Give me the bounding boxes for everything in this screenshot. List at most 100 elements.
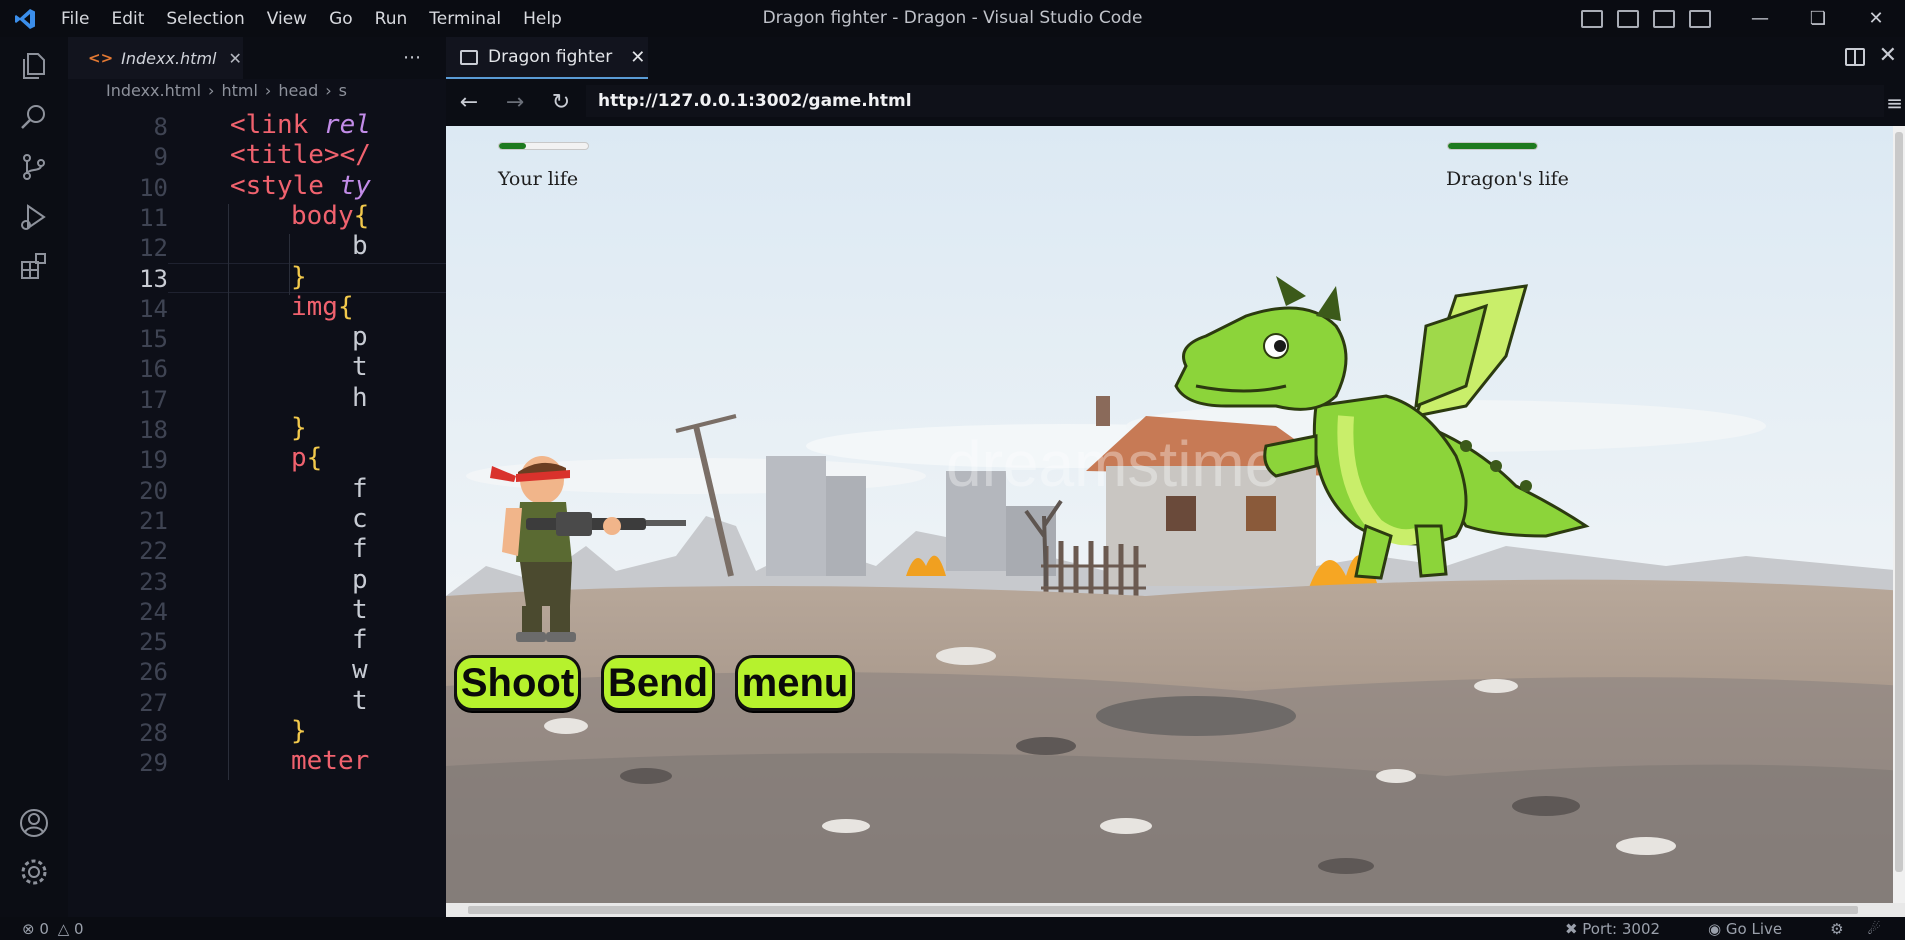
toggle-panel-icon[interactable] (1617, 9, 1639, 28)
watermark-text: dreamstime (946, 428, 1280, 500)
reload-icon[interactable]: ↻ (538, 90, 584, 115)
your-life-label: Your life (498, 168, 579, 190)
code-line: p (352, 564, 368, 595)
menu-terminal[interactable]: Terminal (418, 9, 512, 29)
line-number: 8 (153, 113, 168, 141)
line-number: 20 (139, 476, 168, 505)
menu-run[interactable]: Run (364, 9, 419, 29)
browser-page-icon (460, 49, 478, 65)
close-tab-icon[interactable]: ✕ (630, 47, 645, 68)
line-number: 27 (139, 688, 168, 717)
vscode-logo-icon (0, 0, 50, 37)
notifications-bell-icon[interactable]: ☄ (1868, 920, 1881, 938)
forward-arrow-icon[interactable]: → (492, 90, 538, 115)
restore-button[interactable]: ❏ (1789, 0, 1847, 37)
html-file-icon: <> (88, 49, 114, 67)
port-indicator[interactable]: ✖ Port: 3002 (1565, 920, 1684, 938)
line-number: 17 (139, 385, 168, 414)
your-life-meter (498, 142, 589, 150)
code-line: f (352, 534, 368, 565)
indent-guide (228, 203, 229, 780)
menu-file[interactable]: File (50, 9, 100, 29)
editor-tab-bar: <> Indexx.html ✕ ⋯ (68, 37, 446, 79)
problems-indicator[interactable]: ⊗ 0 △ 0 (22, 920, 84, 938)
warning-icon: △ (57, 920, 70, 938)
breadcrumb-head[interactable]: head (278, 81, 318, 100)
line-number: 12 (139, 234, 168, 263)
line-number: 14 (139, 294, 168, 323)
toggle-secondary-sidebar-icon[interactable] (1653, 9, 1675, 28)
go-live-button[interactable]: ◉ Go Live (1708, 920, 1806, 938)
run-debug-icon[interactable] (17, 200, 51, 234)
split-editor-icon[interactable] (1845, 48, 1865, 66)
url-input[interactable]: http://127.0.0.1:3002/game.html (586, 85, 1884, 117)
menu-view[interactable]: View (256, 9, 318, 29)
dragon-life-meter-fill (1448, 143, 1537, 149)
horizontal-scrollbar[interactable] (446, 903, 1905, 917)
settings-gear-icon[interactable] (17, 855, 51, 889)
breadcrumb: Indexx.html › html › head › s (106, 80, 348, 100)
more-actions-icon[interactable]: ⋯ (403, 47, 422, 68)
explorer-icon[interactable] (17, 49, 51, 83)
customize-layout-icon[interactable] (1689, 9, 1711, 28)
tab-indexx-html[interactable]: <> Indexx.html ✕ (68, 37, 243, 79)
close-tab-icon[interactable]: ✕ (228, 49, 241, 68)
account-icon[interactable] (17, 806, 51, 840)
status-bar: ⊗ 0 △ 0 ✖ Port: 3002 ◉ Go Live ⚙ ☄ (0, 917, 1905, 940)
code-line: } (291, 716, 307, 746)
extensions-icon[interactable] (17, 250, 51, 284)
search-icon[interactable] (17, 100, 51, 134)
activity-bar (0, 37, 68, 917)
error-count: 0 (39, 920, 49, 938)
close-pane-icon[interactable]: ✕ (1879, 43, 1897, 68)
line-number: 15 (139, 325, 168, 354)
browser-tab-bar: Dragon fighter ✕ ✕ (446, 37, 1905, 79)
line-number: 24 (139, 597, 168, 626)
line-number: 18 (139, 416, 168, 444)
code-line: t (352, 594, 368, 625)
line-number: 22 (139, 537, 168, 566)
line-number: 10 (139, 173, 168, 202)
breadcrumb-style[interactable]: s (339, 81, 347, 100)
code-line: t (352, 352, 368, 383)
menu-go[interactable]: Go (318, 9, 364, 29)
menu-help[interactable]: Help (512, 9, 573, 29)
line-number: 16 (139, 355, 168, 384)
close-window-button[interactable]: ✕ (1847, 0, 1905, 37)
code-line: c (352, 503, 368, 534)
accounts-sync-icon[interactable]: ⚙ (1830, 920, 1843, 938)
code-line: h (352, 382, 368, 413)
menu-button[interactable]: menu (735, 655, 855, 711)
toggle-primary-sidebar-icon[interactable] (1581, 9, 1603, 28)
tab-dragon-fighter[interactable]: Dragon fighter ✕ (446, 37, 648, 79)
line-number: 13 (139, 264, 168, 293)
menu-selection[interactable]: Selection (155, 9, 255, 29)
code-line: t (352, 685, 368, 716)
back-arrow-icon[interactable]: ← (446, 90, 492, 115)
current-line-highlight (168, 262, 446, 293)
minimize-button[interactable]: — (1731, 0, 1789, 37)
error-icon: ⊗ (22, 920, 35, 938)
title-bar: File Edit Selection View Go Run Terminal… (0, 0, 1905, 37)
your-life-meter-fill (499, 143, 526, 149)
tab-label: Indexx.html (121, 48, 217, 68)
source-control-icon[interactable] (17, 150, 51, 184)
menu-edit[interactable]: Edit (100, 9, 155, 29)
code-line: } (291, 261, 307, 292)
code-line: meter (291, 746, 370, 777)
code-line: p (352, 322, 368, 353)
browser-tab-label: Dragon fighter (488, 47, 613, 67)
code-line: p{ (291, 443, 323, 474)
code-line: w (352, 655, 368, 686)
line-number: 19 (139, 446, 168, 475)
address-bar-row: ← → ↻ http://127.0.0.1:3002/game.html ≡ (446, 79, 1905, 126)
browser-menu-icon[interactable]: ≡ (1886, 91, 1903, 115)
breadcrumb-file[interactable]: Indexx.html (106, 81, 201, 100)
breadcrumb-html[interactable]: html (221, 81, 257, 100)
browser-preview-pane: Dragon fighter ✕ ✕ ← → ↻ http://127.0.0.… (446, 37, 1905, 917)
line-number: 11 (139, 203, 168, 232)
bend-button[interactable]: Bend (601, 655, 715, 711)
dragon-life-meter (1447, 142, 1538, 150)
vertical-scrollbar[interactable] (1893, 126, 1905, 903)
shoot-button[interactable]: Shoot (454, 655, 581, 711)
